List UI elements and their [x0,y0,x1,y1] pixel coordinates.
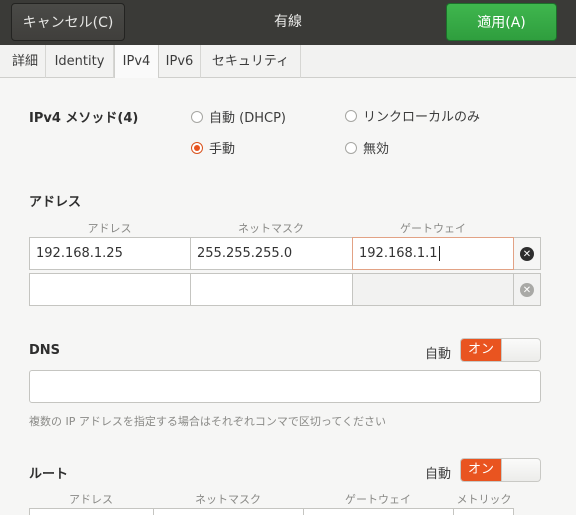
route-metric-column-header: メトリック [456,493,512,506]
gateway-input-empty[interactable] [352,273,514,306]
radio-disabled-label: 無効 [363,142,390,157]
dns-servers-input[interactable] [29,370,541,403]
clear-icon: ✕ [520,247,534,261]
switch-knob [501,459,540,481]
apply-button[interactable]: 適用(A) [446,3,557,41]
radio-link-local[interactable]: リンクローカルのみ [345,106,480,125]
dns-section-title: DNS [29,343,61,358]
route-gateway-column-header: ゲートウェイ [345,493,411,506]
routes-auto-label: 自動 [425,467,452,482]
dns-hint-text: 複数の IP アドレスを指定する場合はそれぞれコンマで区切ってください [29,415,386,428]
tab-bar: 詳細 Identity IPv4 IPv6 セキュリティ [0,45,576,79]
netmask-input-empty[interactable] [190,273,353,306]
address-input[interactable]: 192.168.1.25 [29,237,191,270]
routes-auto-switch[interactable]: オン [460,458,541,482]
radio-manual-indicator[interactable] [191,141,203,154]
route-netmask-column-header: ネットマスク [195,493,261,506]
addresses-section-title: アドレス [29,195,82,210]
route-address-column-header: アドレス [69,493,113,506]
radio-disabled-indicator[interactable] [345,141,357,154]
cancel-button[interactable]: キャンセル(C) [11,3,125,41]
ipv4-settings-panel: IPv4 メソッド(4) 自動 (DHCP) リンクローカルのみ 手動 無効 ア… [0,78,576,515]
switch-knob [501,339,540,361]
tab-identity[interactable]: Identity [46,45,114,78]
dns-switch-state: オン [461,339,501,361]
gateway-column-header: ゲートウェイ [400,222,466,235]
tab-ipv4[interactable]: IPv4 [114,45,159,79]
routes-switch-state: オン [461,459,501,481]
clear-icon: ✕ [520,283,534,297]
tab-details[interactable]: 詳細 [5,45,46,78]
address-column-header: アドレス [87,222,132,235]
header-bar: キャンセル(C) 有線 適用(A) [0,0,576,45]
radio-dhcp-label: 自動 (DHCP) [209,111,286,126]
radio-manual[interactable]: 手動 [191,138,235,157]
radio-link-local-indicator[interactable] [345,109,357,122]
radio-link-local-label: リンクローカルのみ [363,110,481,125]
address-input-empty[interactable] [29,273,191,306]
text-cursor [438,246,440,261]
route-netmask-input[interactable] [153,508,304,515]
gateway-value: 192.168.1.1 [359,246,438,261]
route-address-input[interactable] [29,508,154,515]
netmask-input[interactable]: 255.255.255.0 [190,237,353,270]
ipv4-method-label: IPv4 メソッド(4) [29,111,139,126]
routes-section-title: ルート [29,467,69,482]
route-metric-input[interactable] [453,508,514,515]
tab-security[interactable]: セキュリティ [201,45,301,78]
dns-auto-switch[interactable]: オン [460,338,541,362]
dns-auto-label: 自動 [425,347,452,362]
route-gateway-input[interactable] [303,508,454,515]
netmask-column-header: ネットマスク [238,222,304,235]
delete-address-row-button[interactable]: ✕ [514,237,541,270]
radio-disabled[interactable]: 無効 [345,138,389,157]
radio-dhcp-indicator[interactable] [191,110,203,123]
radio-dhcp[interactable]: 自動 (DHCP) [191,107,286,126]
delete-empty-row-button[interactable]: ✕ [514,273,541,306]
tab-ipv6[interactable]: IPv6 [159,45,201,78]
gateway-input[interactable]: 192.168.1.1 [352,237,514,270]
radio-manual-label: 手動 [209,142,236,157]
